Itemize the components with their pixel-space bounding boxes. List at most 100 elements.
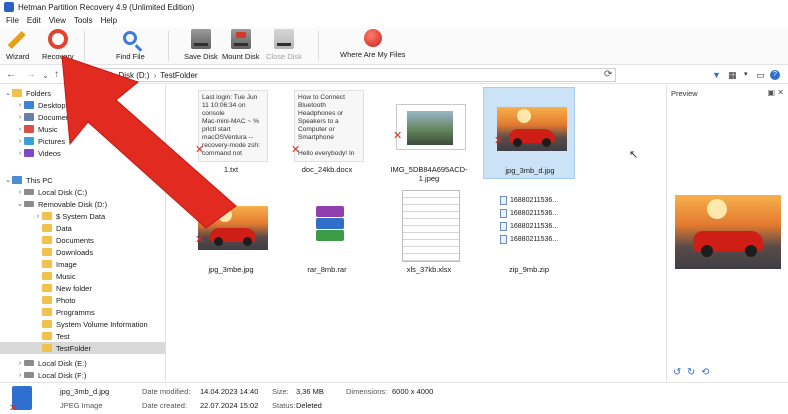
- tree-documents-d[interactable]: Documents: [0, 234, 165, 246]
- image-thumbnail: [396, 90, 466, 162]
- wizard-button[interactable]: Wizard: [6, 29, 29, 61]
- folder-icon: [42, 332, 52, 340]
- tree-label: Downloads: [56, 247, 94, 257]
- tree-label: System Volume Information: [56, 319, 148, 329]
- tree-system-volume-information[interactable]: System Volume Information: [0, 318, 165, 330]
- file-tile-selected[interactable]: ✕ jpg_3mb_d.jpg: [483, 87, 575, 179]
- layout-icon[interactable]: ▭: [756, 70, 765, 81]
- file-tile[interactable]: ✕ jpg_3mbe.jpg: [185, 187, 277, 279]
- menu-help[interactable]: Help: [97, 16, 121, 25]
- close-disk-button[interactable]: Close Disk: [266, 29, 302, 61]
- chevron-down-icon[interactable]: ⌄: [42, 71, 49, 80]
- created-label: Date created:: [142, 401, 188, 410]
- forward-icon[interactable]: →: [26, 69, 36, 80]
- tree-music-d[interactable]: Music: [0, 270, 165, 282]
- menu-view[interactable]: View: [45, 16, 70, 25]
- tree-removable-disk-d[interactable]: ⌄ Removable Disk (D:): [0, 198, 165, 210]
- chevron-right-icon[interactable]: ›: [16, 372, 24, 379]
- tree-system-data[interactable]: › $ System Data: [0, 210, 165, 222]
- folder-icon: [42, 284, 52, 292]
- text-preview: Last login: Tue Jun 11 10:06:34 on conso…: [198, 90, 268, 162]
- file-type-icon: [9, 386, 32, 414]
- tree-programms[interactable]: Programms: [0, 306, 165, 318]
- tree-downloads[interactable]: Downloads: [0, 246, 165, 258]
- text-preview: How to Connect Bluetooth Headphones or S…: [294, 90, 364, 162]
- chevron-right-icon[interactable]: ›: [16, 126, 24, 133]
- find-file-button[interactable]: Find File: [116, 29, 145, 61]
- menu-edit[interactable]: Edit: [23, 16, 45, 25]
- chevron-right-icon[interactable]: ›: [34, 213, 42, 220]
- reset-icon[interactable]: ⟲: [701, 367, 709, 378]
- menu-tools[interactable]: Tools: [70, 16, 97, 25]
- breadcrumb-folder[interactable]: TestFolder: [160, 71, 197, 80]
- search-icon: [123, 31, 138, 45]
- preview-window-controls[interactable]: ▣ ✕: [768, 88, 784, 97]
- tree-label: Music: [56, 271, 76, 281]
- folder-icon: [42, 320, 52, 328]
- save-disk-icon: [190, 29, 211, 49]
- file-name: zip_9mb.zip: [508, 265, 550, 274]
- tree-photo[interactable]: Photo: [0, 294, 165, 306]
- chevron-right-icon[interactable]: ›: [16, 189, 24, 196]
- tree-label: Local Disk (F:): [38, 370, 87, 380]
- modified-value: 14.04.2023 14:40: [200, 387, 259, 396]
- chevron-right-icon[interactable]: ›: [16, 114, 24, 121]
- view-mode-icon[interactable]: ▦: [728, 70, 737, 81]
- chevron-right-icon[interactable]: ›: [16, 360, 24, 367]
- tree-local-disk-f[interactable]: › Local Disk (F:): [0, 369, 165, 381]
- filter-icon[interactable]: ▼: [712, 70, 721, 80]
- chevron-right-icon[interactable]: ›: [16, 150, 24, 157]
- folder-icon: [42, 260, 52, 268]
- back-icon[interactable]: ←: [6, 69, 16, 80]
- chevron-down-icon[interactable]: ⌄: [4, 89, 12, 97]
- up-icon[interactable]: ↑: [54, 69, 59, 80]
- tree-label: Music: [38, 124, 58, 134]
- menu-file[interactable]: File: [2, 16, 23, 25]
- refresh-icon[interactable]: ⟳: [604, 69, 612, 80]
- tree-music[interactable]: › Music: [0, 123, 165, 135]
- tree-this-pc[interactable]: ⌄ This PC: [0, 174, 165, 186]
- tree-local-disk-e[interactable]: › Local Disk (E:): [0, 357, 165, 369]
- file-tile[interactable]: rar_8mb.rar: [281, 187, 373, 279]
- tree-data[interactable]: Data: [0, 222, 165, 234]
- tree-label: Documents: [38, 112, 76, 122]
- mount-disk-button[interactable]: Mount Disk: [222, 29, 260, 61]
- chevron-right-icon[interactable]: ›: [16, 138, 24, 145]
- chevron-down-icon[interactable]: ⌄: [16, 200, 24, 208]
- help-icon[interactable]: ?: [770, 70, 780, 80]
- tree-desktop[interactable]: › Desktop: [0, 99, 165, 111]
- tree-videos[interactable]: › Videos: [0, 147, 165, 159]
- tree-label: $ System Data: [56, 211, 106, 221]
- where-are-my-files-button[interactable]: Where Are My Files: [340, 29, 405, 59]
- chevron-down-icon[interactable]: ⌄: [4, 176, 12, 184]
- tree-testfolder[interactable]: TestFolder: [0, 342, 165, 354]
- tree-image[interactable]: Image: [0, 258, 165, 270]
- file-tile[interactable]: ✕ IMG_5DB84A695ACD-1.jpeg: [383, 87, 475, 183]
- tree-folders[interactable]: ⌄ Folders: [0, 87, 165, 99]
- rotate-right-icon[interactable]: ↻: [687, 367, 695, 378]
- tree-label: Test: [56, 331, 70, 341]
- menu-bar: File Edit View Tools Help: [0, 14, 788, 27]
- file-name: 1.txt: [223, 165, 239, 174]
- tree-test[interactable]: Test: [0, 330, 165, 342]
- recovery-button[interactable]: Recovery: [42, 29, 74, 61]
- chevron-right-icon[interactable]: ›: [16, 102, 24, 109]
- status-label: Status:: [272, 401, 296, 410]
- path-field[interactable]: movable Disk (D:) › TestFolder: [66, 68, 616, 82]
- breadcrumb-drive[interactable]: movable Disk (D:): [86, 71, 150, 80]
- tree-documents[interactable]: › Documents: [0, 111, 165, 123]
- file-tile[interactable]: Last login: Tue Jun 11 10:06:34 on conso…: [185, 87, 277, 179]
- file-tile[interactable]: xls_37kb.xlsx: [383, 187, 475, 279]
- view-dropdown-icon[interactable]: ▾: [744, 70, 748, 78]
- tree-pictures[interactable]: › Pictures: [0, 135, 165, 147]
- tree-local-disk-c[interactable]: › Local Disk (C:): [0, 186, 165, 198]
- file-tile[interactable]: 16880211536... 16880211536... 1688021153…: [483, 187, 575, 279]
- where-files-label: Where Are My Files: [340, 50, 406, 59]
- pc-icon: [12, 176, 22, 184]
- zip-entry: 16880211536...: [500, 207, 562, 219]
- tree-new-folder[interactable]: New folder: [0, 282, 165, 294]
- zip-entry-name: 16880211536...: [510, 235, 559, 243]
- file-tile[interactable]: How to Connect Bluetooth Headphones or S…: [281, 87, 373, 179]
- save-disk-button[interactable]: Save Disk: [184, 29, 218, 61]
- rotate-left-icon[interactable]: ↺: [673, 367, 681, 378]
